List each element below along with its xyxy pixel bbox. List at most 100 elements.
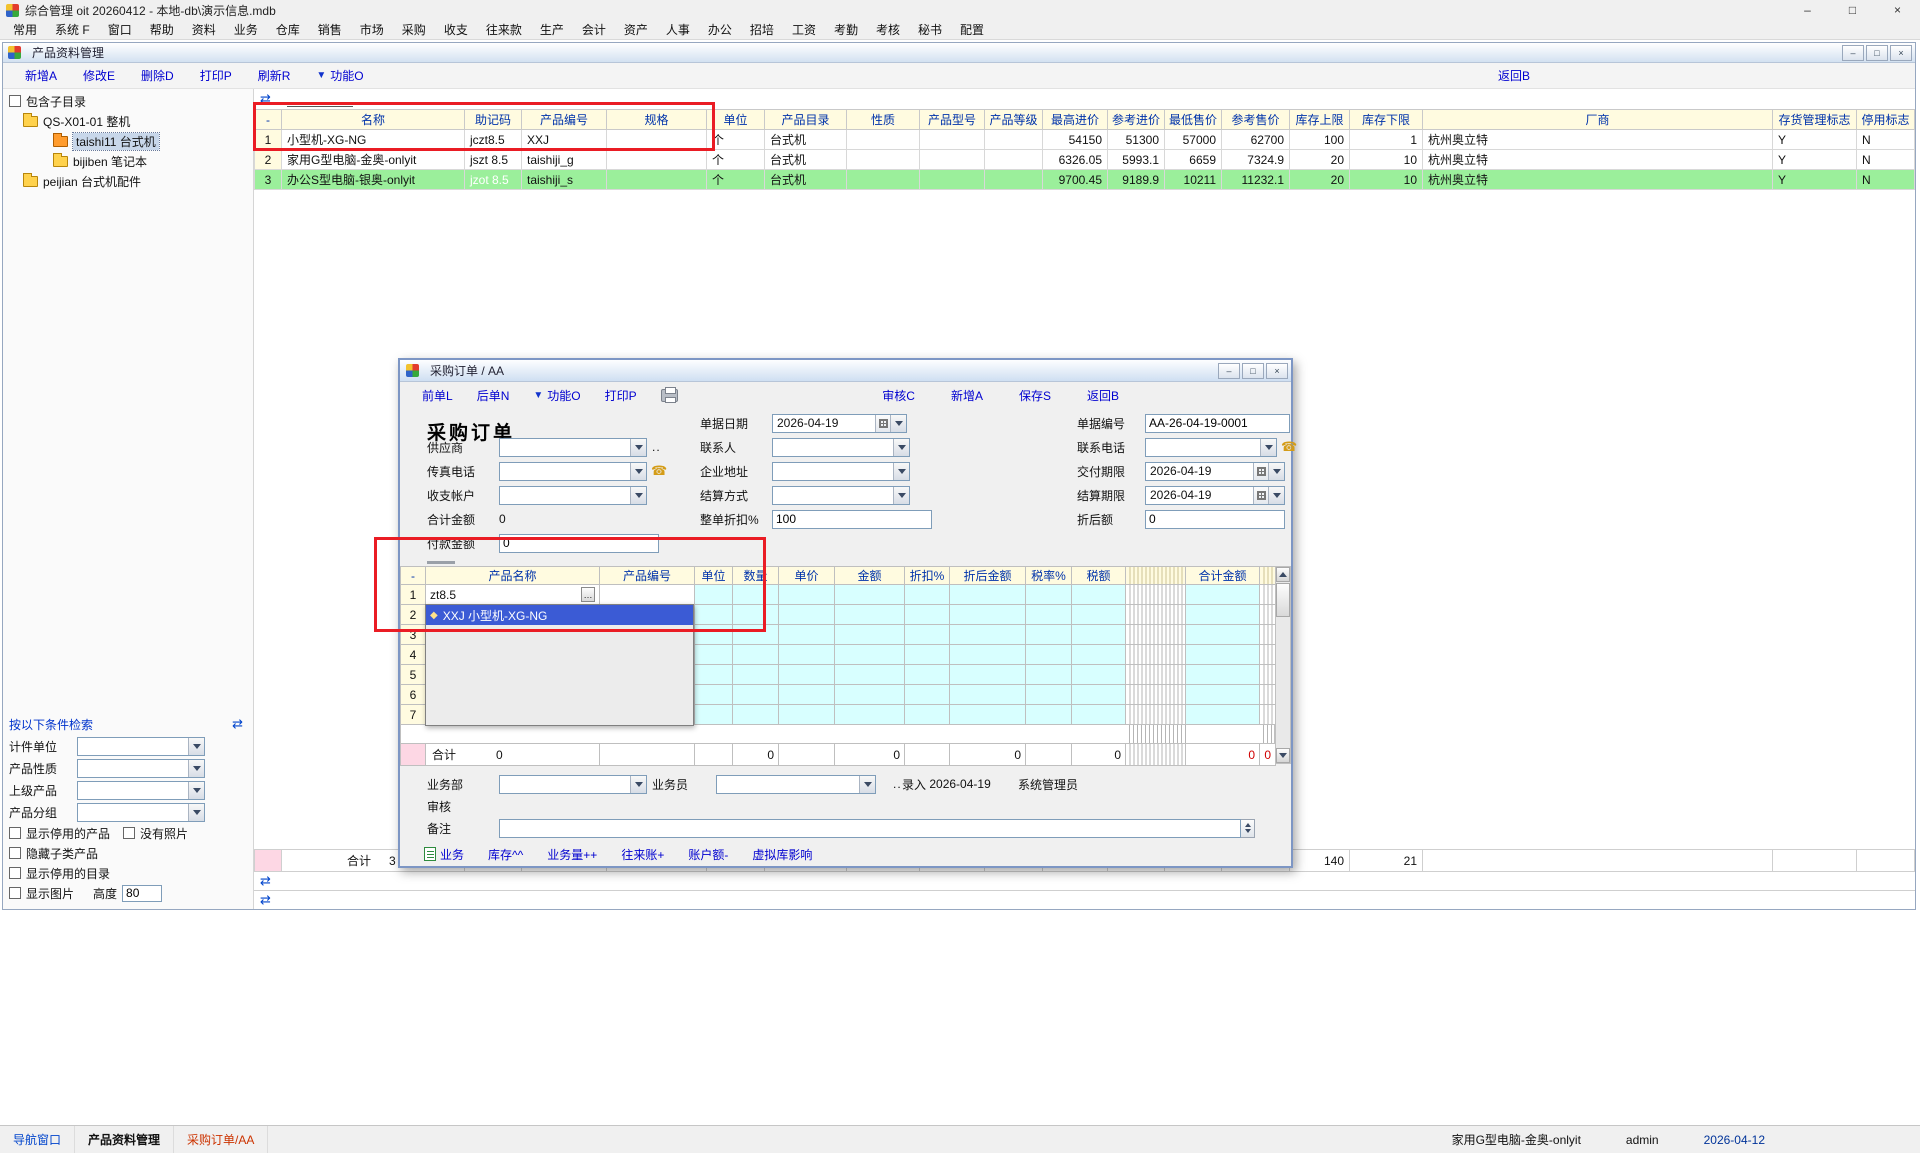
cell[interactable] xyxy=(905,705,950,725)
cell[interactable] xyxy=(835,665,905,685)
chevron-down-icon[interactable] xyxy=(630,439,646,456)
show-image-checkbox[interactable] xyxy=(9,887,21,899)
column-header-after-discount[interactable]: 折后金额 xyxy=(950,567,1026,585)
menu-item[interactable]: 招培 xyxy=(741,20,783,40)
column-header-qty[interactable]: 数量 xyxy=(733,567,779,585)
account-amount-link[interactable]: 账户额- xyxy=(688,846,728,863)
customize-icon[interactable]: ⇄ xyxy=(260,873,271,889)
show-disabled-products-checkbox[interactable] xyxy=(9,827,21,839)
after-discount-input[interactable] xyxy=(1145,510,1285,529)
chevron-down-icon[interactable] xyxy=(1260,439,1276,456)
cell[interactable] xyxy=(835,625,905,645)
column-header-max-in[interactable]: 最高进价 xyxy=(1043,110,1108,130)
cell[interactable] xyxy=(950,645,1026,665)
functions-button[interactable]: ▼ 功能O xyxy=(533,387,580,404)
column-header[interactable]: - xyxy=(255,110,282,130)
cell[interactable] xyxy=(1026,665,1072,685)
column-header-ref-sale[interactable]: 参考售价 xyxy=(1222,110,1290,130)
group-filter-select[interactable] xyxy=(77,803,205,822)
cell[interactable] xyxy=(950,665,1026,685)
tree-item-root1[interactable]: QS-X01-01 整机 xyxy=(9,111,253,131)
cell[interactable] xyxy=(835,685,905,705)
cell[interactable] xyxy=(1072,685,1126,705)
menu-item[interactable]: 仓库 xyxy=(267,20,309,40)
menu-item[interactable]: 业务 xyxy=(225,20,267,40)
parent-filter-select[interactable] xyxy=(77,781,205,800)
stock-link[interactable]: 库存^^ xyxy=(488,846,523,863)
audit-button[interactable]: 审核C xyxy=(882,387,915,404)
add-button[interactable]: 新增A xyxy=(25,67,57,84)
show-disabled-catalog-checkbox[interactable] xyxy=(9,867,21,879)
chevron-down-icon[interactable] xyxy=(859,776,875,793)
scroll-thumb[interactable] xyxy=(1276,583,1290,617)
calendar-icon[interactable] xyxy=(875,415,890,432)
horizontal-scroll-row[interactable]: ⇄ xyxy=(254,890,1915,909)
menu-item[interactable]: 帮助 xyxy=(141,20,183,40)
browse-dots[interactable]: .. xyxy=(652,440,661,454)
column-header-discount[interactable]: 折扣% xyxy=(905,567,950,585)
cell[interactable] xyxy=(733,585,779,605)
column-header-price[interactable]: 单价 xyxy=(779,567,835,585)
chevron-down-icon[interactable] xyxy=(893,439,909,456)
cell[interactable] xyxy=(905,605,950,625)
close-button[interactable]: × xyxy=(1266,363,1288,379)
cell[interactable] xyxy=(1186,665,1260,685)
cell[interactable] xyxy=(1186,645,1260,665)
add-button[interactable]: 新增A xyxy=(951,387,983,404)
column-header-min-sale[interactable]: 最低售价 xyxy=(1165,110,1222,130)
cell[interactable] xyxy=(695,605,733,625)
column-header-stock-upper[interactable]: 库存上限 xyxy=(1290,110,1350,130)
cell[interactable] xyxy=(695,705,733,725)
column-header-catalog[interactable]: 产品目录 xyxy=(765,110,847,130)
chevron-down-icon[interactable] xyxy=(188,782,204,799)
menu-item[interactable]: 窗口 xyxy=(99,20,141,40)
tab-navigation[interactable]: 导航窗口 xyxy=(0,1126,75,1153)
column-header-product-code[interactable]: 产品编号 xyxy=(600,567,695,585)
maximize-button[interactable]: □ xyxy=(1242,363,1264,379)
table-row-selected[interactable]: 3 办公S型电脑-银奥-onlyit jzot 8.5 taishiji_s 个… xyxy=(255,170,1915,190)
cell[interactable] xyxy=(1072,585,1126,605)
cell[interactable] xyxy=(779,605,835,625)
vertical-scrollbar[interactable] xyxy=(1275,566,1291,764)
cell[interactable] xyxy=(1072,665,1126,685)
deliver-date-select[interactable]: 2026-04-19 xyxy=(1145,462,1285,481)
edit-button[interactable]: 修改E xyxy=(83,67,115,84)
column-header-amount[interactable]: 金额 xyxy=(835,567,905,585)
column-header-grade[interactable]: 产品等级 xyxy=(985,110,1043,130)
tree-item-child2[interactable]: bijiben 笔记本 xyxy=(9,151,253,171)
phone-icon[interactable]: ☎ xyxy=(651,463,667,479)
menu-item[interactable]: 系统 F xyxy=(46,20,99,40)
scroll-down-button[interactable] xyxy=(1276,748,1290,763)
cell[interactable] xyxy=(905,665,950,685)
cell[interactable] xyxy=(950,625,1026,645)
chevron-down-icon[interactable] xyxy=(893,463,909,480)
note-input[interactable] xyxy=(499,819,1241,838)
cell[interactable] xyxy=(695,585,733,605)
calendar-icon[interactable] xyxy=(1253,487,1268,504)
cell[interactable] xyxy=(905,585,950,605)
cell[interactable] xyxy=(1186,685,1260,705)
cell[interactable] xyxy=(1026,705,1072,725)
virtual-stock-link[interactable]: 虚拟库影响 xyxy=(752,846,812,863)
cell[interactable] xyxy=(779,705,835,725)
spinner-control[interactable] xyxy=(1241,819,1255,838)
cell[interactable] xyxy=(905,625,950,645)
cell[interactable] xyxy=(950,705,1026,725)
menu-item[interactable]: 办公 xyxy=(699,20,741,40)
column-header-stock-flag[interactable]: 存货管理标志 xyxy=(1773,110,1857,130)
doc-no-input[interactable] xyxy=(1145,414,1290,433)
minimize-button[interactable]: – xyxy=(1842,45,1864,61)
tab-purchase-order[interactable]: 采购订单/AA xyxy=(174,1126,268,1153)
column-header[interactable]: - xyxy=(401,567,426,585)
cell[interactable] xyxy=(779,645,835,665)
cell[interactable] xyxy=(733,605,779,625)
dept-select[interactable] xyxy=(499,775,647,794)
settle-select[interactable] xyxy=(772,486,910,505)
menu-item[interactable]: 市场 xyxy=(351,20,393,40)
save-button[interactable]: 保存S xyxy=(1019,387,1051,404)
column-header-total[interactable]: 合计金额 xyxy=(1186,567,1260,585)
chevron-down-icon[interactable] xyxy=(1268,487,1284,504)
business-button[interactable]: 业务 xyxy=(424,846,464,863)
chevron-down-icon[interactable] xyxy=(188,804,204,821)
cell[interactable] xyxy=(905,645,950,665)
